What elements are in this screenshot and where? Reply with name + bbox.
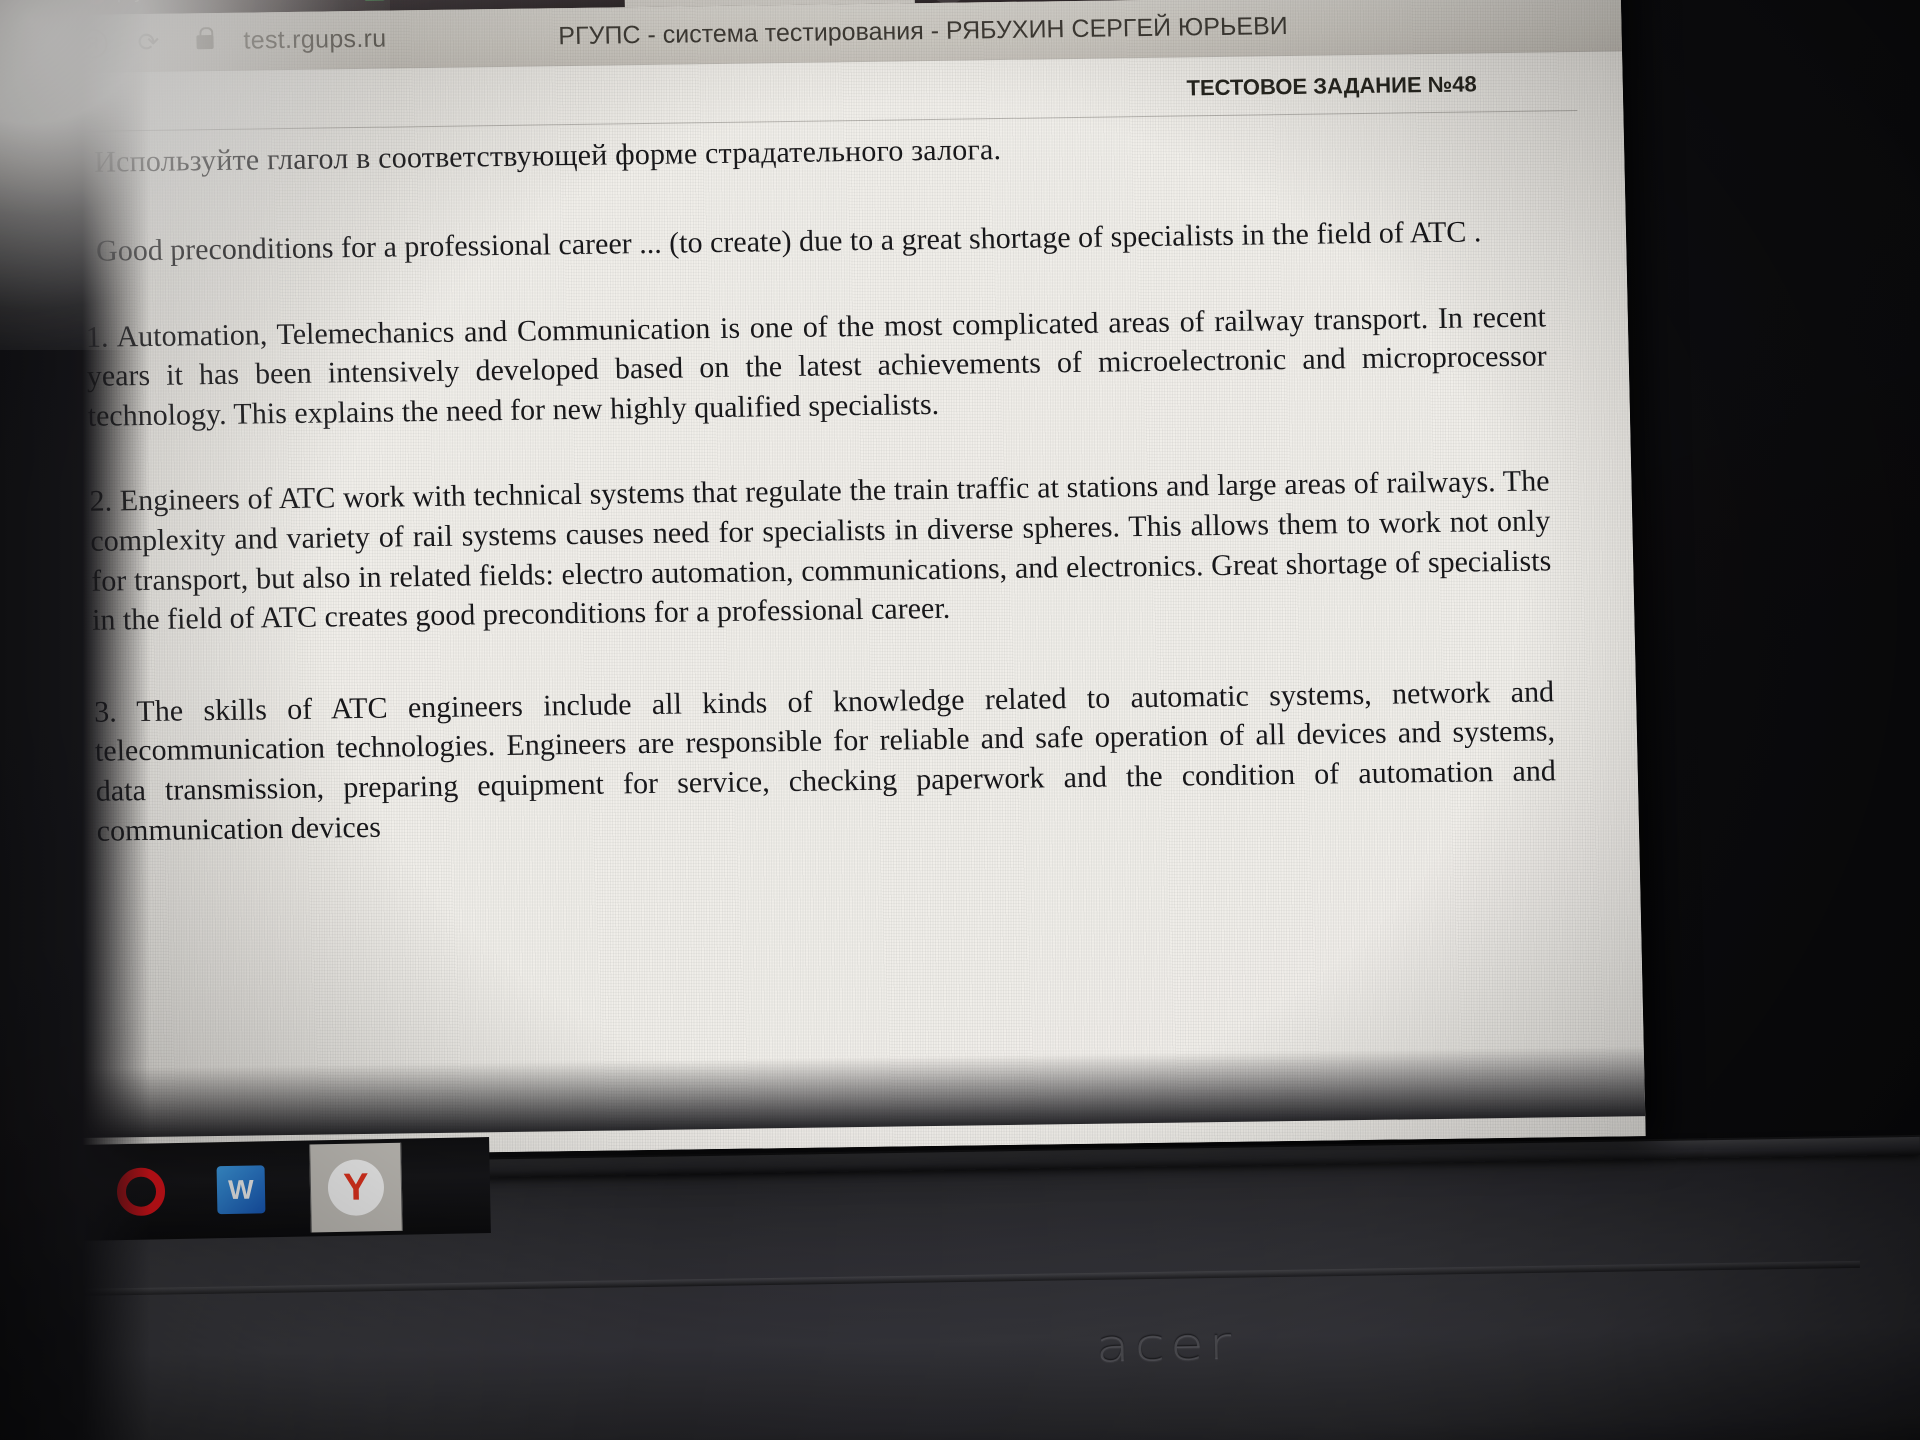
browser-tab-1-label: ргупс личный кабинет — xyxy=(116,0,334,4)
taskbar-app-word[interactable]: W xyxy=(209,1158,272,1221)
taskbar-app-mailru[interactable]: m xyxy=(9,1162,72,1225)
lock-icon xyxy=(187,24,222,58)
yandex-logo-icon[interactable]: Я xyxy=(75,26,110,60)
yandex-icon: Y xyxy=(327,1159,385,1217)
page-title: РГУПС - система тестирования - РЯБУХИН С… xyxy=(558,12,1288,51)
back-arrow-icon[interactable]: ← xyxy=(19,27,54,61)
question-prompt: Good preconditions for a professional ca… xyxy=(95,215,1482,268)
portal-icon: ◉ xyxy=(363,0,386,1)
screen-surface: 3 ⌄ Я ргупс личный кабинет — ◉ Образоват… xyxy=(0,0,1646,1159)
word-icon: W xyxy=(216,1165,266,1215)
chevron-down-icon[interactable]: ⌄ xyxy=(46,0,71,6)
reading-paragraph-3: 3. The skills of ATC engineers include a… xyxy=(93,675,1557,848)
task-instruction: Используйте глагол в соответствующей фор… xyxy=(93,133,1002,179)
test-page-content: ТЕСТОВОЕ ЗАДАНИЕ №48 Используйте глагол … xyxy=(2,51,1646,1159)
task-heading: ТЕСТОВОЕ ЗАДАНИЕ №48 xyxy=(1186,71,1478,101)
taskbar-app-yandex[interactable]: Y xyxy=(309,1142,403,1233)
windows-taskbar: m W Y xyxy=(0,1137,491,1243)
screen-area: 3 ⌄ Я ргупс личный кабинет — ◉ Образоват… xyxy=(0,0,1646,1159)
reload-icon[interactable]: ⟳ xyxy=(131,25,166,59)
laptop-screen-photo: acer 3 ⌄ Я ргупс личный кабинет — ◉ Обра… xyxy=(0,0,1920,1440)
mailru-icon: m xyxy=(14,1167,68,1221)
taskbar-app-opera[interactable] xyxy=(109,1160,172,1223)
acer-logo: acer xyxy=(1095,1318,1237,1373)
mailru-icon: Я xyxy=(84,0,107,5)
tab-counter-badge[interactable]: 3 xyxy=(10,0,41,12)
opera-icon xyxy=(116,1167,166,1217)
reading-paragraph-2: 2. Engineers of ATC work with technical … xyxy=(89,464,1552,637)
address-bar-url[interactable]: test.rgups.ru xyxy=(243,25,386,56)
reading-paragraph-1: 1. Automation, Telemechanics and Communi… xyxy=(85,300,1548,433)
